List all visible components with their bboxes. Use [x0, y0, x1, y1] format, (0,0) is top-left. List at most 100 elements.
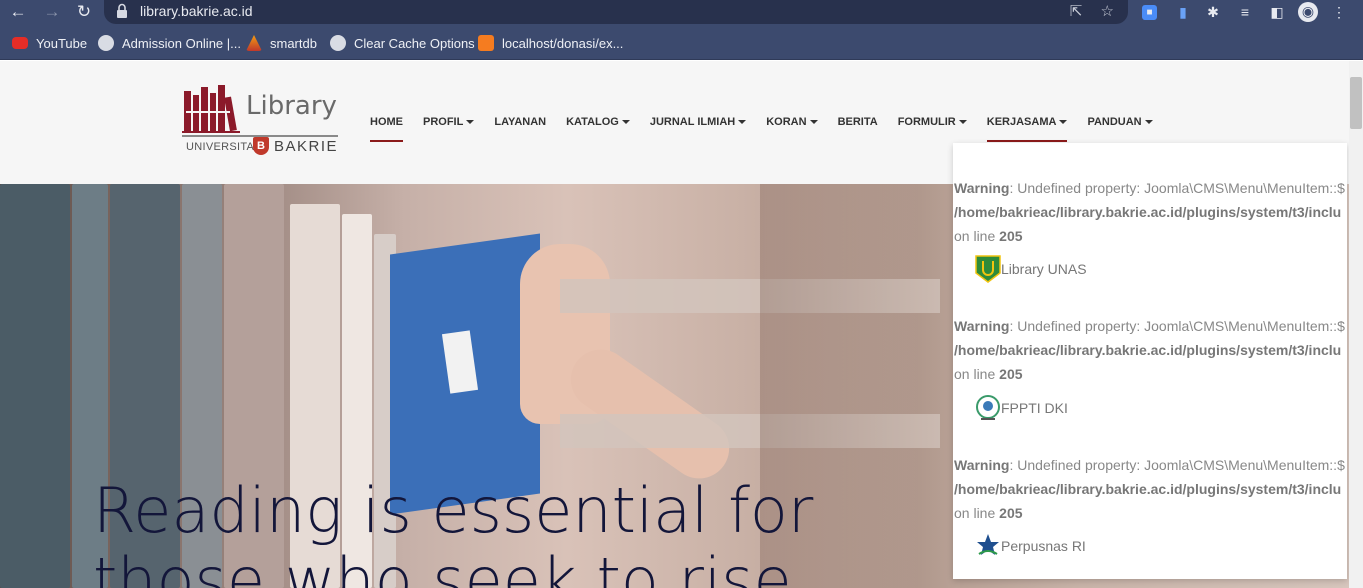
partner-link-fppti-dki[interactable]: FPPTI DKI [975, 393, 1068, 423]
menu-label: FORMULIR [897, 116, 956, 128]
caret-down-icon [809, 120, 818, 125]
warning-line-number: 205 [999, 366, 1023, 382]
menu-label: KORAN [766, 116, 807, 128]
bakrie-shield-icon: B [253, 137, 269, 155]
page-scrollbar[interactable] [1349, 61, 1363, 588]
xampp-icon [478, 35, 494, 51]
warning-line-number: 205 [999, 228, 1023, 244]
warning-line-number: 205 [999, 505, 1023, 521]
logo-bakrie: BAKRIE [274, 138, 339, 155]
menu-formulir[interactable]: FORMULIR [898, 115, 967, 143]
hero-book-spine [0, 184, 70, 588]
php-warning: Warning: Undefined property: Joomla\CMS\… [954, 176, 1347, 248]
hero-heading-line: Reading is essential for [93, 474, 814, 547]
warning-on-line: on line [954, 228, 996, 244]
bookmark-youtube[interactable]: YouTube [12, 34, 87, 52]
url-text[interactable]: library.bakrie.ac.id [140, 3, 253, 19]
menu-label: KATALOG [566, 116, 619, 128]
menu-label: HOME [370, 116, 403, 128]
translate-extension-icon[interactable]: ■ [1142, 5, 1157, 20]
caret-down-icon [621, 120, 630, 125]
menu-label: LAYANAN [494, 116, 547, 128]
bookmark-label: smartdb [270, 35, 317, 51]
share-icon[interactable]: ⇱ [1070, 3, 1083, 20]
puzzle-extensions-icon[interactable]: ✱ [1204, 3, 1222, 21]
browser-toolbar: ← → ↻ library.bakrie.ac.id ⇱ ☆ ■ ▮ ✱ ≡ ◧… [0, 0, 1363, 24]
menu-layanan[interactable]: LAYANAN [494, 115, 546, 143]
caret-down-icon [958, 120, 967, 125]
lock-icon [117, 3, 127, 18]
menu-berita[interactable]: BERITA [838, 115, 878, 143]
warning-text: : Undefined property: Joomla\CMS\Menu\Me… [1009, 457, 1345, 473]
bookmark-admission[interactable]: Admission Online |... [98, 34, 241, 52]
docs-extension-icon[interactable]: ▮ [1174, 3, 1192, 21]
menu-katalog[interactable]: KATALOG [566, 115, 630, 143]
logo-wordmark: Library [246, 91, 337, 121]
globe-icon [330, 35, 346, 51]
smartdb-icon [246, 35, 262, 51]
warning-label: Warning [954, 457, 1010, 473]
partner-link-library-unas[interactable]: Library UNAS [975, 254, 1087, 284]
bookmark-label: Clear Cache Options [354, 35, 475, 51]
partner-label: Perpusnas RI [1001, 538, 1086, 554]
caret-down-icon [1059, 120, 1068, 125]
reload-icon[interactable]: ↻ [74, 2, 94, 22]
bookmark-label: localhost/donasi/ex... [502, 35, 624, 51]
menu-profil[interactable]: PROFIL [423, 115, 475, 143]
hero-heading-line: those who seek to rise [93, 544, 792, 588]
warning-on-line: on line [954, 366, 996, 382]
warning-text: : Undefined property: Joomla\CMS\Menu\Me… [1009, 180, 1345, 196]
forward-arrow-icon[interactable]: → [42, 2, 62, 22]
caret-down-icon [738, 120, 747, 125]
fppti-logo-icon [976, 395, 1000, 420]
bookmark-star-icon[interactable]: ☆ [1101, 3, 1114, 20]
bookmarks-bar: YouTube Admission Online |... smartdb Cl… [0, 24, 1363, 60]
perpusnas-star-icon [977, 534, 999, 555]
warning-path: /home/bakrieac/library.bakrie.ac.id/plug… [954, 481, 1342, 497]
menu-kerjasama[interactable]: KERJASAMA [986, 115, 1068, 143]
menu-home[interactable]: HOME [370, 115, 403, 143]
bookmark-smartdb[interactable]: smartdb [246, 34, 317, 52]
menu-jurnal-ilmiah[interactable]: JURNAL ILMIAH [649, 115, 747, 143]
menu-label: JURNAL ILMIAH [649, 116, 736, 128]
php-warning: Warning: Undefined property: Joomla\CMS\… [954, 314, 1347, 386]
partner-label: Library UNAS [1001, 261, 1087, 277]
unas-logo-icon [975, 255, 1001, 283]
library-logo[interactable]: Library UNIVERSITAS B BAKRIE [182, 79, 342, 159]
address-bar[interactable]: library.bakrie.ac.id ⇱ ☆ [104, 0, 1128, 24]
menu-label: BERITA [837, 116, 878, 128]
youtube-icon [12, 37, 28, 49]
menu-label: PROFIL [423, 116, 464, 128]
menu-label: PANDUAN [1087, 116, 1142, 128]
partner-link-perpusnas-ri[interactable]: Perpusnas RI [975, 531, 1086, 561]
bookmark-label: Admission Online |... [122, 35, 241, 51]
kerjasama-dropdown: Warning: Undefined property: Joomla\CMS\… [953, 143, 1347, 579]
main-menu: HOME PROFIL LAYANAN KATALOG JURNAL ILMIA… [370, 115, 1173, 145]
warning-path: /home/bakrieac/library.bakrie.ac.id/plug… [954, 204, 1342, 220]
bookmark-label: YouTube [36, 35, 88, 51]
warning-path: /home/bakrieac/library.bakrie.ac.id/plug… [954, 342, 1342, 358]
menu-label: KERJASAMA [986, 116, 1057, 128]
menu-koran[interactable]: KORAN [766, 115, 818, 143]
profile-avatar-icon[interactable]: ◉ [1298, 2, 1318, 22]
media-playlist-icon[interactable]: ≡ [1236, 3, 1254, 21]
menu-panduan[interactable]: PANDUAN [1087, 115, 1153, 143]
caret-down-icon [1144, 120, 1153, 125]
caret-down-icon [466, 120, 475, 125]
logo-university: UNIVERSITAS [186, 141, 262, 153]
php-warning: Warning: Undefined property: Joomla\CMS\… [954, 453, 1347, 525]
hero-heading: Reading is essential for those who seek … [93, 476, 813, 588]
globe-icon [98, 35, 114, 51]
warning-text: : Undefined property: Joomla\CMS\Menu\Me… [1009, 318, 1345, 334]
back-arrow-icon[interactable]: ← [8, 2, 28, 22]
partner-label: FPPTI DKI [1001, 400, 1068, 416]
warning-label: Warning [954, 180, 1010, 196]
side-panel-icon[interactable]: ◧ [1268, 3, 1286, 21]
scrollbar-thumb[interactable] [1350, 77, 1362, 129]
bookmark-localhost[interactable]: localhost/donasi/ex... [478, 34, 623, 52]
warning-on-line: on line [954, 505, 996, 521]
more-menu-icon[interactable]: ⋮ [1330, 3, 1348, 21]
books-logo-icon [182, 85, 240, 133]
bookmark-clear-cache[interactable]: Clear Cache Options [330, 34, 475, 52]
warning-label: Warning [954, 318, 1010, 334]
